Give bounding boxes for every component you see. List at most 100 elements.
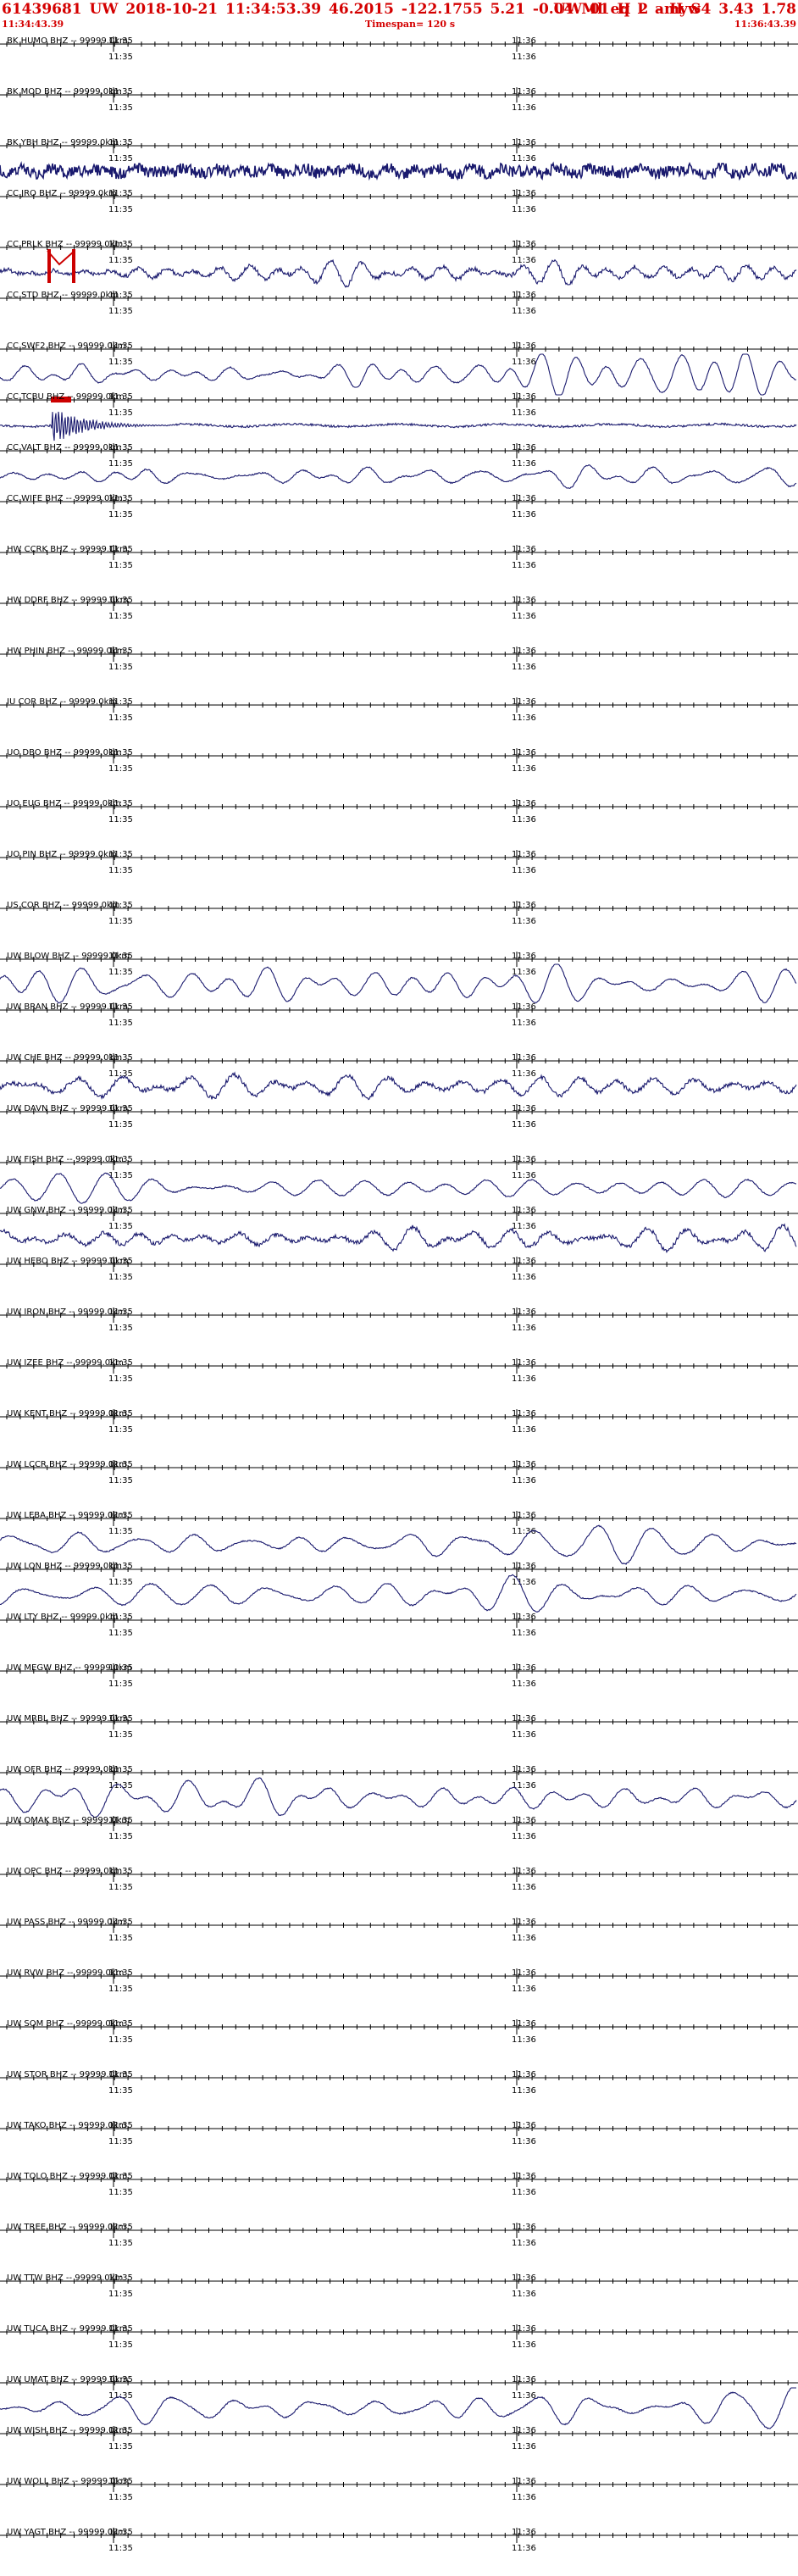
time-tick-label: 11:35	[108, 103, 133, 113]
time-tick-label: 11:36	[512, 917, 536, 926]
trace-row: 11:3511:3511:3611:36HW CCRK BHZ -- 99999…	[0, 545, 798, 570]
time-tick-label: 11:35	[108, 1222, 133, 1231]
trace-row: 11:3511:3511:3611:36UW TOLO BHZ -- 99999…	[0, 2172, 798, 2197]
station-label: CC PRLK BHZ -- 99999.0km	[7, 240, 123, 249]
station-label: UO EUG BHZ -- 99999.0km	[7, 799, 121, 808]
time-tick-label: 11:35	[108, 2035, 133, 2045]
trace-row: 11:3511:3511:3611:36UW WISH BHZ -- 99999…	[0, 2426, 798, 2451]
trace-row: 11:3511:3511:3611:36HW PHIN BHZ -- 99999…	[0, 647, 798, 672]
trace-row: 11:3511:3511:3611:36UW BRAN BHZ -- 99999…	[0, 1002, 798, 1028]
time-tick-label: 11:35	[108, 1374, 133, 1384]
trace-row: 11:3511:3511:3611:36UW MEGW BHZ -- 99999…	[0, 1663, 798, 1689]
time-tick-label: 11:36	[512, 697, 536, 707]
time-tick-label: 11:36	[512, 1985, 536, 1994]
time-tick-label: 11:36	[512, 1816, 536, 1825]
time-tick-label: 11:36	[512, 561, 536, 570]
time-tick-label: 11:36	[512, 291, 536, 300]
time-tick-label: 11:35	[108, 1476, 133, 1485]
trace-row: 11:3511:3511:3611:36UW OMAK BHZ -- 99999…	[0, 1816, 798, 1841]
time-tick-label: 11:36	[512, 154, 536, 164]
trace-row: 11:3511:3511:3611:36IU COR BHZ -- 99999.…	[0, 697, 798, 723]
time-tick-label: 11:36	[512, 748, 536, 758]
time-tick-label: 11:36	[512, 1053, 536, 1063]
time-tick-label: 11:36	[512, 1934, 536, 1943]
station-label: UW KENT BHZ -- 99999.0km	[7, 1409, 127, 1418]
station-label: UW TTW BHZ -- 99999.0km	[7, 2273, 123, 2283]
time-tick-label: 11:36	[512, 1629, 536, 1638]
station-label: UW WOLL BHZ -- 99999.0km	[7, 2477, 129, 2486]
time-tick-label: 11:36	[512, 612, 536, 621]
station-label: UW BRAN BHZ -- 99999.0km	[7, 1002, 128, 1012]
trace-row: 11:3511:3511:3611:36UW LCCR BHZ -- 99999…	[0, 1460, 798, 1485]
time-tick-label: 11:36	[512, 189, 536, 198]
time-tick-label: 11:35	[108, 1730, 133, 1740]
trace-row: 11:3511:3511:3611:36UW OPC BHZ -- 99999.…	[0, 1867, 798, 1892]
trace-row: 11:3511:3511:3611:36UW PASS BHZ -- 99999…	[0, 1918, 798, 1943]
time-tick-label: 11:36	[512, 952, 536, 961]
time-tick-label: 11:36	[512, 1409, 536, 1418]
time-tick-label: 11:36	[512, 2239, 536, 2248]
time-tick-label: 11:35	[108, 307, 133, 316]
station-label: UW WISH BHZ -- 99999.0km	[7, 2426, 127, 2435]
trace-row: 11:3511:3511:3611:36UW LEBA BHZ -- 99999…	[0, 1511, 798, 1565]
trace-row: 11:3511:3511:3611:36HW DDRF BHZ -- 99999…	[0, 596, 798, 621]
time-tick-label: 11:36	[512, 663, 536, 672]
time-tick-label: 11:36	[512, 2477, 536, 2486]
trace-row: 11:3511:3511:3611:36BK MOD BHZ -- 99999.…	[0, 87, 798, 113]
time-tick-label: 11:35	[108, 1832, 133, 1841]
trace-row: 11:3511:3511:3611:36UW TUCA BHZ -- 99999…	[0, 2324, 798, 2350]
time-tick-label: 11:36	[512, 1257, 536, 1266]
trace-row: 11:3511:3511:3611:36UW YAGT BHZ -- 99999…	[0, 2528, 798, 2553]
station-label: HW PHIN BHZ -- 99999.0km	[7, 647, 125, 656]
time-tick-label: 11:35	[108, 2493, 133, 2502]
time-tick-label: 11:35	[108, 2442, 133, 2451]
time-tick-label: 11:35	[108, 2239, 133, 2248]
trace-row: 11:3511:3511:3611:36UW WOLL BHZ -- 99999…	[0, 2477, 798, 2502]
time-tick-label: 11:36	[512, 2493, 536, 2502]
station-label: UW OMAK BHZ -- 99999.0km	[7, 1816, 130, 1825]
station-label: HW CCRK BHZ -- 99999.0km	[7, 545, 128, 554]
time-tick-label: 11:36	[512, 443, 536, 452]
time-tick-label: 11:35	[108, 2391, 133, 2401]
time-tick-label: 11:35	[108, 1273, 133, 1282]
station-label: UW YAGT BHZ -- 99999.0km	[7, 2528, 126, 2537]
trace-row: 11:3511:3511:3611:36UW CHE BHZ -- 99999.…	[0, 1053, 798, 1101]
time-tick-label: 11:36	[512, 408, 536, 418]
trace-row: 11:3511:3511:3611:36UW MRBL BHZ -- 99999…	[0, 1714, 798, 1740]
time-tick-label: 11:35	[108, 1324, 133, 1333]
time-tick-label: 11:36	[512, 1527, 536, 1536]
trace-row: 11:3511:3511:3611:36UW KENT BHZ -- 99999…	[0, 1409, 798, 1435]
time-tick-label: 11:36	[512, 2086, 536, 2096]
time-tick-label: 11:36	[512, 510, 536, 519]
time-tick-label: 11:35	[108, 408, 133, 418]
time-tick-label: 11:36	[512, 1324, 536, 1333]
time-tick-label: 11:36	[512, 1883, 536, 1892]
station-label: UW TREE BHZ -- 99999.0km	[7, 2223, 126, 2232]
time-tick-label: 11:36	[512, 764, 536, 774]
station-label: BK MOD BHZ -- 99999.0km	[7, 87, 122, 97]
trace-row: 11:3511:3511:3611:36US COR BHZ -- 99999.…	[0, 901, 798, 926]
station-label: UW OPC BHZ -- 99999.0km	[7, 1867, 122, 1876]
trace-row: 11:3511:3511:3611:36UW BLOW BHZ -- 99999…	[0, 952, 798, 1004]
time-tick-label: 11:36	[512, 866, 536, 875]
time-tick-label: 11:36	[512, 2528, 536, 2537]
station-label: UW CHE BHZ -- 99999.0km	[7, 1053, 122, 1063]
time-tick-label: 11:35	[108, 2290, 133, 2299]
time-tick-label: 11:36	[512, 1511, 536, 1520]
trace-row: 11:3511:3511:3611:36UW IRON BHZ -- 99999…	[0, 1307, 798, 1333]
time-tick-label: 11:35	[108, 2188, 133, 2197]
station-label: UW IZEE BHZ -- 99999.0km	[7, 1358, 124, 1368]
time-tick-label: 11:36	[512, 2442, 536, 2451]
station-label: UO PIN BHZ -- 99999.0km	[7, 850, 117, 859]
time-tick-label: 11:36	[512, 307, 536, 316]
time-tick-label: 11:35	[108, 713, 133, 723]
time-tick-label: 11:35	[108, 917, 133, 926]
trace-row: 11:3511:3511:3611:36UW HEBO BHZ -- 99999…	[0, 1257, 798, 1282]
time-tick-label: 11:35	[108, 2544, 133, 2553]
station-label: UW HEBO BHZ -- 99999.0km	[7, 1257, 129, 1266]
phase-pick-marker	[47, 250, 75, 266]
time-tick-label: 11:36	[512, 1222, 536, 1231]
time-tick-label: 11:36	[512, 1425, 536, 1435]
station-label: CC WIFE BHZ -- 99999.0km	[7, 494, 123, 503]
time-tick-label: 11:36	[512, 1918, 536, 1927]
